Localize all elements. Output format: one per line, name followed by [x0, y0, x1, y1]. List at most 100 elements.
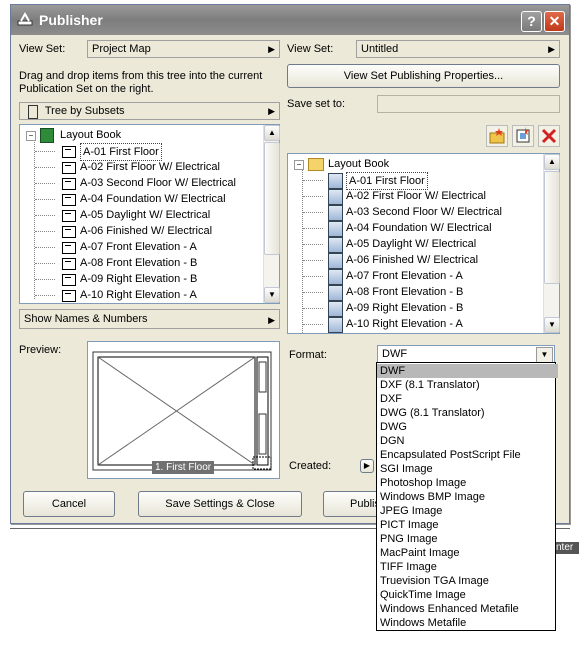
cancel-button[interactable]: Cancel — [23, 491, 115, 517]
tree-item[interactable]: A-09 Right Elevation - B — [288, 300, 543, 317]
scroll-up-icon[interactable]: ▲ — [264, 125, 280, 141]
triangle-right-icon: ▶ — [268, 44, 275, 54]
tree-item-label: A-02 First Floor W/ Electrical — [80, 161, 220, 173]
drag-instructions: Drag and drop items from this tree into … — [19, 70, 263, 95]
tree-item[interactable]: A-10 Right Elevation - A — [20, 287, 260, 303]
right-tree[interactable]: − Layout Book A-01 First Floor A-02 First… — [287, 153, 560, 334]
tree-item[interactable]: A-05 Daylight W/ Electrical — [20, 207, 260, 223]
tree-line — [35, 263, 55, 264]
tree-line — [303, 244, 323, 245]
tree-item[interactable]: A-07 Front Elevation - A — [288, 268, 543, 285]
left-tree-scrollbar[interactable]: ▲ ▼ — [263, 125, 280, 303]
tree-item[interactable]: A-03 Second Floor W/ Electrical — [288, 204, 543, 221]
tree-item[interactable]: A-01 First Floor — [20, 143, 260, 161]
tree-mode-select[interactable]: Tree by Subsets ▶ — [19, 102, 280, 120]
format-option[interactable]: JPEG Image — [377, 504, 558, 518]
tree-item[interactable]: A-02 First Floor W/ Electrical — [20, 159, 260, 175]
tree-item[interactable]: A-09 Right Elevation - B — [20, 271, 260, 287]
left-view-set-select[interactable]: Project Map ▶ — [87, 40, 280, 58]
tree-item[interactable]: A-02 First Floor W/ Electrical — [288, 188, 543, 205]
collapse-icon: − — [294, 160, 304, 170]
tree-item[interactable]: A-08 Front Elevation - B — [20, 255, 260, 271]
tree-mode-value: Tree by Subsets — [44, 105, 125, 117]
new-sheet-button[interactable] — [512, 125, 534, 147]
tree-line — [303, 276, 323, 277]
publishing-properties-button[interactable]: View Set Publishing Properties... — [287, 64, 560, 88]
sheet-icon — [62, 226, 76, 238]
sheet-icon — [62, 258, 76, 270]
left-tree[interactable]: − Layout Book A-01 First Floor A-02 First… — [19, 124, 280, 304]
format-option[interactable]: Truevision TGA Image — [377, 574, 558, 588]
publish-item-icon — [328, 221, 343, 237]
tree-item[interactable]: A-08 Front Elevation - B — [288, 284, 543, 301]
close-button[interactable]: ✕ — [544, 11, 565, 32]
new-folder-button[interactable] — [486, 125, 508, 147]
format-option[interactable]: DXF — [377, 392, 558, 406]
format-option[interactable]: PNG Image — [377, 532, 558, 546]
tree-item[interactable]: A-01 First Floor — [288, 172, 543, 190]
format-option[interactable]: DXF (8.1 Translator) — [377, 378, 558, 392]
format-option[interactable]: DWG — [377, 420, 558, 434]
tree-item[interactable]: A-06 Finished W/ Electrical — [288, 252, 543, 269]
right-view-set-label: View Set: — [287, 43, 334, 55]
left-view-set-value: Project Map — [92, 43, 151, 55]
right-view-set-select[interactable]: Untitled ▶ — [356, 40, 560, 58]
format-option[interactable]: QuickTime Image — [377, 588, 558, 602]
title-bar: Publisher ? ✕ — [11, 5, 569, 35]
format-option[interactable]: Windows BMP Image — [377, 490, 558, 504]
scroll-up-icon[interactable]: ▲ — [544, 154, 560, 170]
sheet-icon — [62, 162, 76, 174]
delete-button[interactable] — [538, 125, 560, 147]
format-option[interactable]: DGN — [377, 434, 558, 448]
publish-item-icon — [328, 269, 343, 285]
scroll-down-icon[interactable]: ▼ — [264, 287, 280, 303]
sheet-icon — [62, 290, 76, 302]
tree-item-label: A-06 Finished W/ Electrical — [80, 225, 213, 237]
tree-item[interactable]: A-10 Right Elevation - A — [288, 316, 543, 333]
tree-item[interactable]: A-05 Daylight W/ Electrical — [288, 236, 543, 253]
format-option[interactable]: DWF — [377, 364, 558, 378]
tree-item[interactable]: A-07 Front Elevation - A — [20, 239, 260, 255]
format-option[interactable]: TIFF Image — [377, 560, 558, 574]
publish-item-icon — [328, 285, 343, 301]
tree-root-label: Layout Book — [328, 158, 390, 170]
show-names-select[interactable]: Show Names & Numbers ▶ — [19, 309, 280, 329]
format-option[interactable]: Encapsulated PostScript File — [377, 448, 558, 462]
format-option[interactable]: Photoshop Image — [377, 476, 558, 490]
format-select[interactable]: DWF ▼ — [377, 345, 555, 363]
show-names-value: Show Names & Numbers — [24, 313, 148, 325]
scroll-down-icon[interactable]: ▼ — [544, 317, 560, 333]
tree-item-label: A-03 Second Floor W/ Electrical — [80, 177, 236, 189]
tree-item-label: A-07 Front Elevation - A — [346, 270, 463, 282]
format-option[interactable]: Windows Enhanced Metafile — [377, 602, 558, 616]
tree-item-label: A-03 Second Floor W/ Electrical — [346, 206, 502, 218]
format-option[interactable]: MacPaint Image — [377, 546, 558, 560]
preview-pane: 1. First Floor — [87, 341, 280, 479]
tree-root[interactable]: − Layout Book — [20, 127, 260, 143]
format-option[interactable]: SGI Image — [377, 462, 558, 476]
format-option[interactable]: PICT Image — [377, 518, 558, 532]
left-view-set-label: View Set: — [19, 43, 66, 55]
right-tree-scrollbar[interactable]: ▲ ▼ — [543, 154, 560, 333]
new-folder-icon — [489, 128, 505, 144]
tree-item-label: A-05 Daylight W/ Electrical — [346, 238, 477, 250]
format-option[interactable]: Windows Metafile — [377, 616, 558, 630]
created-expand-button[interactable]: ▶ — [360, 459, 374, 473]
save-set-field[interactable] — [377, 95, 560, 113]
help-button[interactable]: ? — [521, 11, 542, 32]
tree-item[interactable]: A-03 Second Floor W/ Electrical — [20, 175, 260, 191]
scroll-thumb[interactable] — [264, 142, 280, 255]
dropdown-arrow-icon[interactable]: ▼ — [536, 347, 553, 363]
tree-item[interactable]: A-04 Foundation W/ Electrical — [20, 191, 260, 207]
tree-line — [35, 199, 55, 200]
delete-x-icon — [541, 128, 557, 144]
sheet-icon — [62, 178, 76, 190]
format-dropdown-list[interactable]: DWF DXF (8.1 Translator) DXF DWG (8.1 Trans… — [376, 362, 558, 631]
tree-root[interactable]: − Layout Book — [288, 156, 538, 172]
scroll-thumb[interactable] — [544, 171, 560, 284]
tree-item[interactable]: A-06 Finished W/ Electrical — [20, 223, 260, 239]
format-option[interactable]: DWG (8.1 Translator) — [377, 406, 558, 420]
save-settings-close-button[interactable]: Save Settings & Close — [138, 491, 302, 517]
tree-item[interactable]: A-04 Foundation W/ Electrical — [288, 220, 543, 237]
triangle-right-icon: ▶ — [548, 44, 555, 54]
